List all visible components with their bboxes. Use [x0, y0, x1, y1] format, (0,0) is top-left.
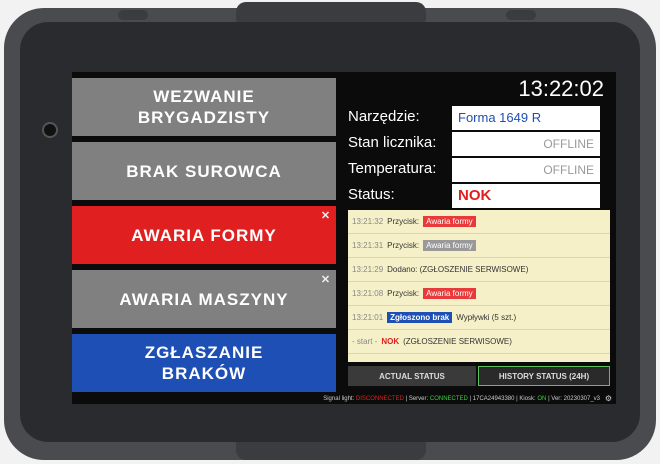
kiosk-value: ON [537, 396, 547, 402]
case-top-right-notch [506, 10, 536, 20]
status-label: Status: [348, 186, 395, 203]
server-label: | Server: [405, 396, 429, 402]
log-text: Wypływki (5 szt.) [456, 313, 517, 322]
status-field: NOK [452, 184, 600, 208]
log-time: 13:21:31 [352, 241, 384, 250]
log-nok: NOK [381, 337, 400, 346]
licznik-label: Stan licznika: [348, 134, 437, 151]
log-text: Przycisk: [387, 289, 420, 298]
log-text: Dodano: (ZGŁOSZENIE SERWISOWE) [387, 265, 529, 274]
log-tag: Awaria formy [423, 288, 476, 299]
temperatura-field: OFFLINE [452, 158, 600, 182]
device-id: | 17CA24943380 | Kiosk: [469, 396, 536, 402]
list-item: 13:21:08 Przycisk: Awaria formy [348, 282, 610, 306]
zglaszanie-brakow-button[interactable]: ZGŁASZANIE BRAKÓW [72, 334, 336, 392]
gear-icon[interactable]: ⚙ [605, 394, 612, 403]
tab-history-status[interactable]: HISTORY STATUS (24H) [478, 366, 610, 386]
log-text: (ZGŁOSZENIE SERWISOWE) [403, 337, 512, 346]
list-item: 13:21:31 Przycisk: Awaria formy [348, 234, 610, 258]
clock: 13:22:02 [518, 76, 604, 101]
awaria-formy-label: AWARIA FORMY [131, 225, 277, 245]
signal-label: Signal light: [323, 396, 355, 402]
list-item: - start - NOK (ZGŁOSZENIE SERWISOWE) [348, 330, 610, 354]
case-top-left-notch [118, 10, 148, 20]
kiosk-screen: WEZWANIE BRYGADZISTY BRAK SUROWCA AWARIA… [72, 72, 616, 404]
server-value: CONNECTED [429, 396, 468, 402]
version: | Ver: 20230307_v3 [548, 396, 600, 402]
log-time: 13:21:01 [352, 313, 384, 322]
wrench-icon: ✕ [320, 274, 332, 286]
log-tag: Awaria formy [423, 240, 476, 251]
signal-value: DISCONNECTED [355, 396, 404, 402]
licznik-field: OFFLINE [452, 132, 600, 156]
camera-icon [42, 122, 58, 138]
narzedzie-field: Forma 1649 R [452, 106, 600, 130]
event-log[interactable]: 13:21:32 Przycisk: Awaria formy 13:21:31… [348, 210, 610, 362]
wezwanie-brygadzisty-button[interactable]: WEZWANIE BRYGADZISTY [72, 78, 336, 136]
log-time: 13:21:08 [352, 289, 384, 298]
list-item: 13:21:29 Dodano: (ZGŁOSZENIE SERWISOWE) [348, 258, 610, 282]
awaria-maszyny-label: AWARIA MASZYNY [119, 289, 289, 309]
log-text: Przycisk: [387, 217, 420, 226]
tab-actual-status[interactable]: ACTUAL STATUS [348, 366, 476, 386]
log-time: 13:21:32 [352, 217, 384, 226]
log-text: Przycisk: [387, 241, 420, 250]
list-item: 13:21:32 Przycisk: Awaria formy [348, 210, 610, 234]
log-tag: Zgłoszono brak [387, 312, 453, 323]
brak-surowca-button[interactable]: BRAK SUROWCA [72, 142, 336, 200]
awaria-maszyny-button[interactable]: AWARIA MASZYNY ✕ [72, 270, 336, 328]
log-time: - start - [352, 337, 378, 346]
log-tag: Awaria formy [423, 216, 476, 227]
temperatura-label: Temperatura: [348, 160, 437, 177]
wrench-icon: ✕ [320, 210, 332, 222]
awaria-formy-button[interactable]: AWARIA FORMY ✕ [72, 206, 336, 264]
list-item: 13:21:01 Zgłoszono brak Wypływki (5 szt.… [348, 306, 610, 330]
narzedzie-label: Narzędzie: [348, 108, 420, 125]
log-time: 13:21:29 [352, 265, 384, 274]
status-footer: Signal light: DISCONNECTED | Server: CON… [323, 396, 600, 402]
